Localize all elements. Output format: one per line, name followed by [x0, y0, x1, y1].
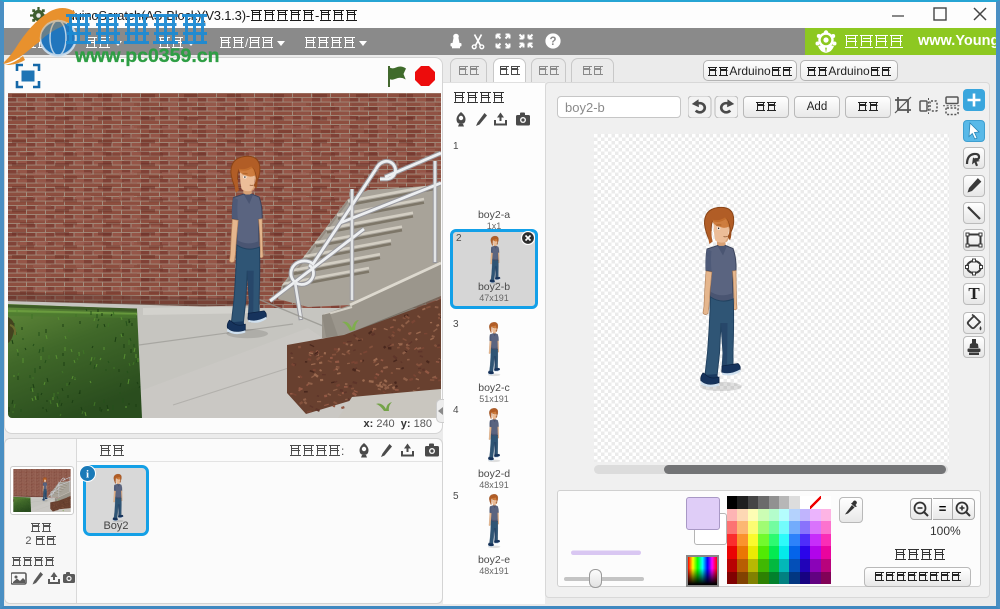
svg-text:i: i: [86, 469, 89, 481]
svg-text:?: ?: [549, 36, 556, 48]
